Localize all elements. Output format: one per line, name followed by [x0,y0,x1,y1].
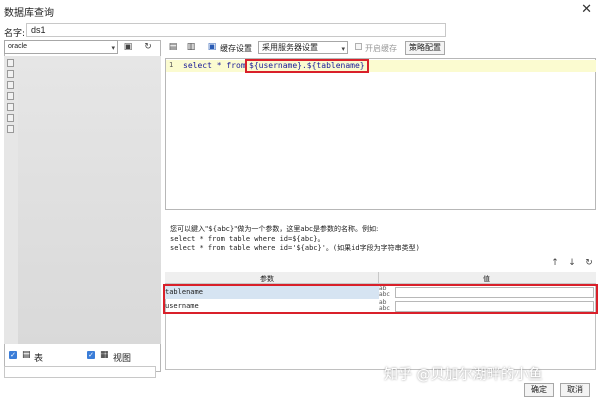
tree-content-blurred [18,56,161,344]
connection-value: oracle [8,43,28,50]
close-icon[interactable]: ✕ [581,2,592,17]
watermark: 知乎 @贝加尔湖畔的小鱼 [384,367,543,383]
ok-button[interactable]: 确定 [524,383,554,397]
server-setting-value: 采用服务器设置 [262,43,318,52]
title-bar [0,0,600,20]
arrow-up-icon[interactable]: ↑ [549,257,561,269]
filter-input[interactable] [4,366,156,378]
header-divider [378,272,379,284]
arrow-down-icon[interactable]: ↓ [566,257,578,269]
table-icon [7,92,14,100]
chevron-down-icon: ▾ [341,45,345,53]
table-list-icon: ▤ [22,350,31,360]
params-header [165,272,596,284]
hint-line-1: 您可以鍵入"${abc}"做为一个参数，这里abc是参数的名称。例如: [170,225,379,233]
view-checkbox-label: 视图 [113,354,132,364]
sql-variable-highlight: ${username}.${tablename} [245,59,369,73]
enable-cache-label: 开启缓存 [365,44,397,53]
refresh-icon[interactable]: ↻ [142,41,154,53]
server-setting-select[interactable]: 采用服务器设置 ▾ [258,41,348,54]
window-title: 数据库查询 [4,8,54,19]
strategy-config-button[interactable]: 策略配置 [405,41,445,55]
refresh-params-icon[interactable]: ↻ [583,257,595,269]
edit-connection-icon[interactable]: ▣ [122,41,134,53]
hint-line-3: select * from table where id='${abc}'。(如… [170,244,420,252]
name-label: 名字: [4,29,26,39]
chevron-down-icon: ▾ [111,45,115,52]
table-icon [7,103,14,111]
table-icon [7,81,14,89]
enable-cache-checkbox[interactable] [355,43,362,50]
cancel-button[interactable]: 取消 [560,383,590,397]
sql-code: select * from [183,61,251,70]
parameter-icon[interactable]: ▥ [185,41,197,53]
line-number: 1 [169,61,174,69]
preview-icon[interactable]: ▤ [167,41,179,53]
view-checkbox[interactable]: ✓ [87,351,95,359]
table-icon [7,114,14,122]
sql-editor[interactable] [165,58,596,210]
table-icon [7,70,14,78]
table-icon [7,59,14,67]
param-column-header: 参数 [260,275,274,283]
table-checkbox-label: 表 [34,354,44,364]
cache-settings-label: 缓存设置 [220,44,252,53]
value-column-header: 值 [483,275,490,283]
cache-icon[interactable]: ▣ [206,41,218,53]
view-icon: ▦ [100,350,109,360]
params-highlight-box [163,284,598,314]
name-input[interactable]: ds1 [26,23,446,37]
table-checkbox[interactable]: ✓ [9,351,17,359]
table-icon [7,125,14,133]
connection-select[interactable]: oracle ▾ [4,40,118,54]
